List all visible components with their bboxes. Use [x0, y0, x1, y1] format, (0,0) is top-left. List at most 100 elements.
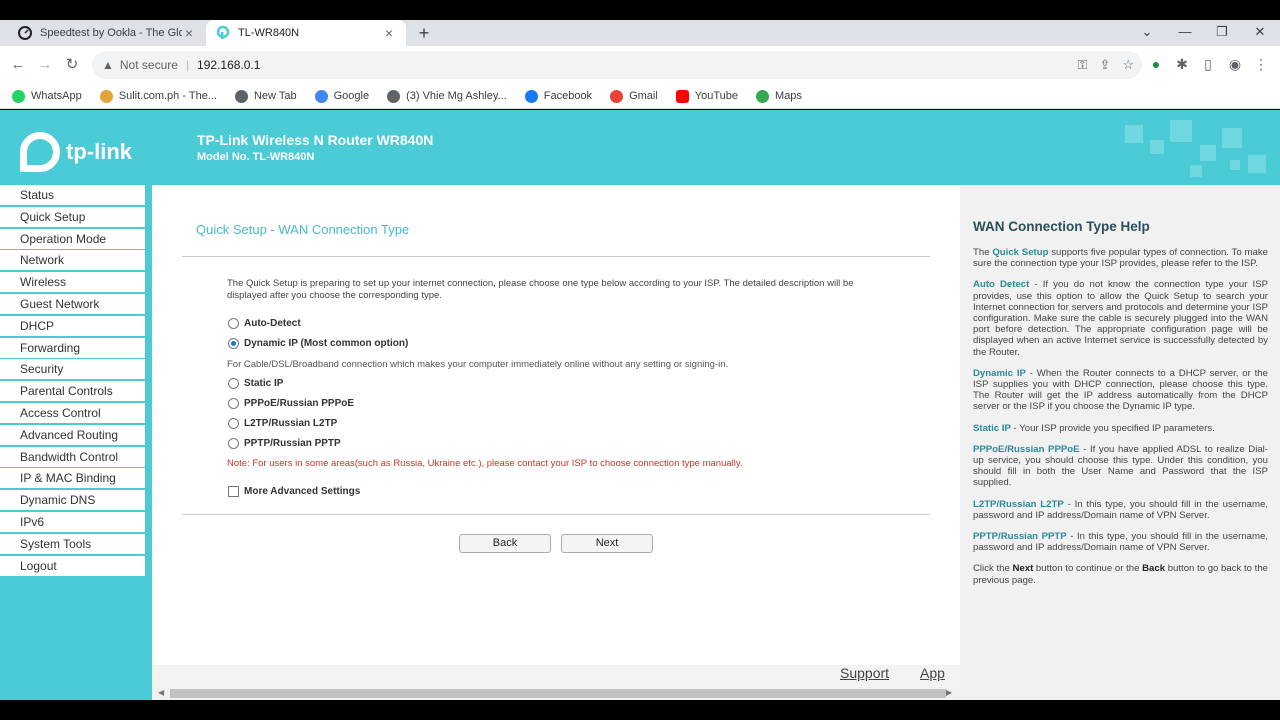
option-l2tp[interactable]: L2TP/Russian L2TP [228, 418, 337, 429]
star-icon[interactable]: ☆ [1122, 57, 1134, 73]
bookmark-facebook[interactable]: Facebook [524, 89, 592, 103]
next-button[interactable]: Next [561, 534, 653, 553]
omnibox-icons: ⚿ ⇪ ☆ [1078, 57, 1134, 73]
whatsapp-icon [12, 89, 25, 103]
bookmark-gmail[interactable]: Gmail [610, 89, 658, 103]
bookmarks-bar: WhatsApp Sulit.com.ph - The... New Tab G… [0, 84, 1280, 109]
bookmark-vhie[interactable]: (3) Vhie Mg Ashley... [387, 89, 507, 103]
close-window-button[interactable]: ✕ [1245, 22, 1275, 42]
url-text[interactable]: 192.168.0.1 [197, 58, 260, 72]
bookmark-new-tab[interactable]: New Tab [234, 89, 297, 103]
facebook-icon [524, 89, 538, 103]
sidebar-item-logout[interactable]: Logout [0, 555, 145, 576]
sidebar-item-system-tools[interactable]: System Tools [0, 533, 145, 554]
scrollbar-thumb[interactable] [170, 689, 946, 698]
sidebar-item-guest-network[interactable]: Guest Network [0, 294, 145, 314]
address-bar[interactable]: ▲ Not secure | 192.168.0.1 ⚿ ⇪ ☆ [92, 51, 1142, 79]
back-button[interactable]: Back [459, 534, 551, 553]
option-dynamic-ip[interactable]: Dynamic IP (Most common option) [228, 338, 408, 349]
tab-title: Speedtest by Ookla - The Global [40, 27, 182, 39]
sidebar-item-ip-mac-binding[interactable]: IP & MAC Binding [0, 468, 145, 489]
close-tab-icon[interactable]: × [182, 26, 196, 40]
bookmark-youtube[interactable]: YouTube [675, 89, 738, 103]
divider [182, 256, 930, 257]
minimize-button[interactable]: — [1170, 22, 1200, 42]
sidebar-item-security[interactable]: Security [0, 359, 145, 380]
advanced-settings-option[interactable]: More Advanced Settings [228, 486, 360, 497]
gmail-icon [610, 89, 624, 103]
help-title: WAN Connection Type Help [973, 219, 1150, 234]
browser-toolbar: ← → ↻ ▲ Not secure | 192.168.0.1 ⚿ ⇪ ☆ ●… [0, 46, 1280, 84]
new-tab-button[interactable]: + [414, 23, 434, 43]
isp-warning-note: Note: For users in some areas(such as Ru… [227, 458, 743, 469]
bookmark-whatsapp[interactable]: WhatsApp [12, 89, 82, 103]
sidebar-item-parental-controls[interactable]: Parental Controls [0, 381, 145, 402]
horizontal-scrollbar[interactable]: ◀ ▶ [152, 687, 960, 700]
sidebar-item-network[interactable]: Network [0, 250, 145, 271]
tplink-logo-icon [20, 132, 60, 172]
avatar[interactable]: ◉ [1226, 56, 1244, 73]
extensions-icon[interactable]: ✱ [1173, 56, 1191, 73]
separator: | [185, 58, 190, 72]
sidebar-item-operation-mode[interactable]: Operation Mode [0, 228, 145, 249]
option-auto-detect[interactable]: Auto-Detect [228, 318, 301, 329]
option-pppoe[interactable]: PPPoE/Russian PPPoE [228, 398, 354, 409]
sidebar-item-quick-setup[interactable]: Quick Setup [0, 206, 145, 227]
maximize-button[interactable]: ❐ [1207, 22, 1237, 42]
help-static-ip: Static IP - Your ISP provide you specifi… [973, 422, 1215, 434]
back-arrow-icon[interactable]: ← [8, 55, 28, 75]
help-pppoe: PPPoE/Russian PPPoE - If you have applie… [973, 443, 1268, 489]
bookmark-google[interactable]: Google [314, 89, 369, 103]
help-l2tp: L2TP/Russian L2TP - In this type, you sh… [973, 498, 1269, 521]
globe-icon [387, 89, 401, 103]
tab-speedtest[interactable]: Speedtest by Ookla - The Global × [8, 20, 206, 46]
tab-title: TL-WR840N [238, 27, 300, 39]
sidebar: Status Quick Setup Operation Mode Network Wi… [0, 185, 152, 700]
router-page: tp-link TP-Link Wireless N Router WR840N… [0, 110, 960, 700]
side-panel-icon[interactable]: ▯ [1199, 56, 1217, 73]
option-static-ip[interactable]: Static IP [228, 378, 283, 389]
menu-icon[interactable]: ⋮ [1252, 56, 1270, 73]
share-icon[interactable]: ⇪ [1099, 57, 1110, 73]
sidebar-item-dynamic-dns[interactable]: Dynamic DNS [0, 490, 145, 511]
radio-dynamic-ip[interactable] [228, 338, 239, 349]
app-link[interactable]: App [920, 665, 945, 681]
security-status[interactable]: Not secure [120, 58, 178, 72]
maps-icon [756, 89, 770, 103]
scroll-right-icon[interactable]: ▶ [946, 688, 952, 697]
support-link[interactable]: Support [840, 665, 889, 681]
tab-router[interactable]: TL-WR840N × [206, 20, 406, 46]
sidebar-item-wireless[interactable]: Wireless [0, 272, 145, 293]
sidebar-item-dhcp[interactable]: DHCP [0, 315, 145, 336]
sidebar-item-forwarding[interactable]: Forwarding [0, 337, 145, 358]
sidebar-item-access-control[interactable]: Access Control [0, 403, 145, 423]
bookmark-sulit[interactable]: Sulit.com.ph - The... [99, 89, 217, 103]
bookmark-maps[interactable]: Maps [756, 89, 802, 103]
key-icon[interactable]: ⚿ [1078, 57, 1088, 73]
footer-links: Support App [152, 665, 960, 687]
radio-pptp[interactable] [228, 438, 239, 449]
grammarly-icon[interactable]: ● [1147, 56, 1165, 72]
reload-icon[interactable]: ↻ [62, 55, 82, 75]
option-pptp[interactable]: PPTP/Russian PPTP [228, 438, 341, 449]
sidebar-item-advanced-routing[interactable]: Advanced Routing [0, 424, 145, 445]
close-tab-icon[interactable]: × [382, 26, 396, 40]
scroll-left-icon[interactable]: ◀ [158, 688, 164, 697]
sidebar-item-status[interactable]: Status [0, 185, 145, 205]
radio-static-ip[interactable] [228, 378, 239, 389]
warning-icon[interactable]: ▲ [102, 58, 114, 72]
page-title: Quick Setup - WAN Connection Type [196, 222, 410, 237]
radio-auto-detect[interactable] [228, 318, 239, 329]
bottom-bar [0, 700, 1280, 720]
sulit-icon [99, 89, 113, 103]
tab-search-icon[interactable]: ⌄ [1132, 22, 1162, 42]
advanced-settings-checkbox[interactable] [228, 486, 239, 497]
radio-l2tp[interactable] [228, 418, 239, 429]
sidebar-item-bandwidth-control[interactable]: Bandwidth Control [0, 446, 145, 467]
dynamic-ip-note: For Cable/DSL/Broadband connection which… [227, 359, 729, 370]
banner-pattern [1125, 120, 1266, 177]
forward-arrow-icon[interactable]: → [35, 55, 55, 75]
tplink-logo: tp-link [20, 132, 132, 172]
radio-pppoe[interactable] [228, 398, 239, 409]
sidebar-item-ipv6[interactable]: IPv6 [0, 512, 145, 532]
